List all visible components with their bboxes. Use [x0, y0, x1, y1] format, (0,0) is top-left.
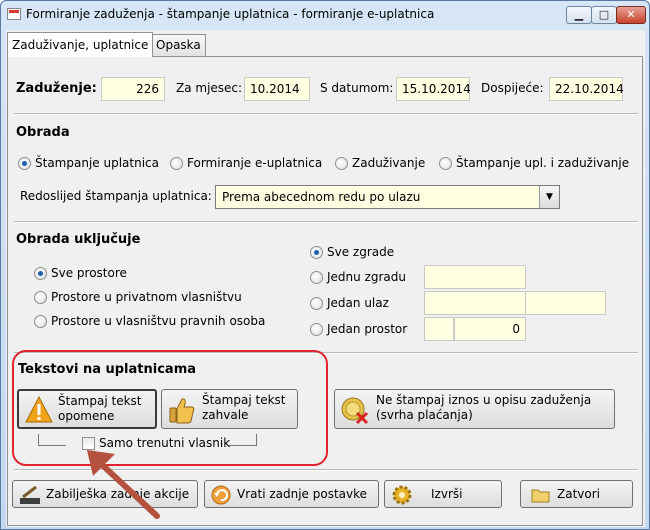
radio-label-jednu-zgradu: Jednu zgradu: [327, 270, 406, 284]
jedan-ulaz-field-2[interactable]: [525, 291, 606, 315]
redoslijed-value: Prema abecednom redu po ulazu: [222, 190, 421, 204]
ne-stampaj-iznos-button[interactable]: Ne štampaj iznos u opisu zaduženja (svrh…: [334, 389, 615, 429]
main-window: Formiranje zaduženja - štampanje uplatni…: [0, 0, 650, 530]
za-mjesec-field[interactable]: 10.2014: [244, 77, 310, 101]
gear-icon: [392, 485, 412, 505]
radio-label-jedan-prostor: Jedan prostor: [327, 322, 408, 336]
maximize-button[interactable]: □: [591, 6, 617, 24]
obrada-title: Obrada: [16, 125, 70, 140]
separator: [14, 221, 638, 223]
zaduzenje-label: Zaduženje:: [16, 81, 97, 96]
vrati-label: Vrati zadnje postavke: [237, 487, 368, 501]
s-datumom-field[interactable]: 15.10.2014: [396, 77, 471, 101]
radio-pravne-osobe[interactable]: [34, 315, 47, 328]
dospijece-label: Dospijeće:: [481, 81, 544, 95]
jedna-zgrada-field[interactable]: [424, 265, 526, 289]
obrada-ukljucuje-title: Obrada uključuje: [16, 232, 141, 247]
zaduzenje-field[interactable]: 226: [101, 77, 165, 101]
chevron-down-icon[interactable]: ▼: [539, 186, 559, 208]
tab-zaduzivanje[interactable]: Zaduživanje, uplatnice: [7, 32, 154, 57]
radio-label-sve-zgrade: Sve zgrade: [327, 245, 395, 259]
redoslijed-label: Redoslijed štampanja uplatnica:: [20, 189, 212, 203]
iznos-line2: (svrha plaćanja): [376, 408, 473, 422]
radio-sve-prostore[interactable]: [34, 267, 47, 280]
annotation-arrow-icon: [87, 450, 160, 519]
tab-opaska[interactable]: Opaska: [151, 34, 206, 56]
undo-icon: [211, 485, 231, 505]
iznos-line1: Ne štampaj iznos u opisu zaduženja: [376, 393, 592, 407]
title-bar[interactable]: Formiranje zaduženja - štampanje uplatni…: [1, 1, 649, 29]
minimize-button[interactable]: ▁: [566, 6, 592, 24]
radio-sve-zgrade[interactable]: [310, 246, 323, 259]
radio-label-pravne-osobe: Prostore u vlasništvu pravnih osoba: [51, 314, 266, 328]
vrati-postavke-button[interactable]: Vrati zadnje postavke: [204, 480, 379, 508]
no-money-icon: [341, 397, 369, 425]
note-pen-icon: [20, 485, 40, 504]
radio-jednu-zgradu[interactable]: [310, 271, 323, 284]
folder-icon: [531, 489, 550, 503]
izvrsi-label: Izvrši: [431, 487, 463, 501]
close-button[interactable]: ✕: [616, 6, 646, 24]
radio-jedan-ulaz[interactable]: [310, 297, 323, 310]
radio-privatno-vlasnistvo[interactable]: [34, 291, 47, 304]
s-datumom-label: S datumom:: [320, 81, 394, 95]
dospijece-field[interactable]: 22.10.2014: [549, 77, 624, 101]
radio-label-sve-prostore: Sve prostore: [51, 266, 127, 280]
izvrsi-button[interactable]: Izvrši: [384, 480, 502, 508]
window-title: Formiranje zaduženja - štampanje uplatni…: [26, 7, 435, 21]
zatvori-label: Zatvori: [557, 487, 600, 501]
jedan-prostor-field-2[interactable]: 0: [454, 317, 526, 341]
radio-formiranje-e-uplatnica[interactable]: [170, 157, 183, 170]
radio-label-stampanje-i-zaduzivanje: Štampanje upl. i zaduživanje: [456, 156, 630, 170]
radio-stampanje-i-zaduzivanje[interactable]: [439, 157, 452, 170]
radio-label-zaduzivanje: Zaduživanje: [352, 156, 426, 170]
jedan-prostor-field-1[interactable]: [424, 317, 454, 341]
za-mjesec-label: Za mjesec:: [176, 81, 243, 95]
app-icon: [7, 8, 21, 20]
redoslijed-select[interactable]: Prema abecednom redu po ulazu ▼: [215, 185, 560, 209]
radio-label-jedan-ulaz: Jedan ulaz: [327, 296, 389, 310]
radio-label-stampanje-uplatnica: Štampanje uplatnica: [35, 156, 159, 170]
zatvori-button[interactable]: Zatvori: [520, 480, 633, 508]
radio-zaduzivanje[interactable]: [335, 157, 348, 170]
radio-label-formiranje-e-uplatnica: Formiranje e-uplatnica: [187, 156, 323, 170]
radio-stampanje-uplatnica[interactable]: [18, 157, 31, 170]
radio-label-privatno-vlasnistvo: Prostore u privatnom vlasništvu: [51, 290, 242, 304]
jedan-ulaz-field-1[interactable]: [424, 291, 526, 315]
separator: [14, 113, 638, 115]
radio-jedan-prostor[interactable]: [310, 323, 323, 336]
